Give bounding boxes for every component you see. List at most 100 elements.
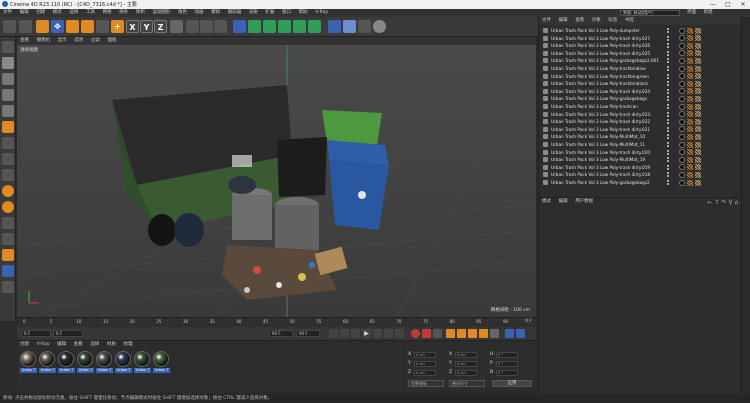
om-menu-tags[interactable]: 标签 (605, 17, 620, 25)
timeline-ruler[interactable]: 0 5 10 15 20 25 30 35 40 45 50 55 60 65 70 75 80 85 90 0 F (17, 317, 536, 327)
visibility-dots-icon[interactable] (667, 134, 673, 140)
texture-tag-icon[interactable] (695, 35, 701, 42)
make-editable-icon[interactable] (2, 41, 14, 53)
object-row[interactable]: Urban Trash Pack Vol 3 Low Poly-trash di… (541, 171, 749, 179)
menu-volume[interactable]: 体积 (133, 9, 148, 17)
visibility-dots-icon[interactable] (667, 126, 673, 132)
material-tag-icon[interactable] (687, 103, 693, 110)
material-swatch[interactable]: Urban T (39, 351, 56, 377)
material-tag-icon[interactable] (687, 88, 693, 95)
texture-tag-icon[interactable] (695, 80, 701, 87)
object-row[interactable]: Urban Trash Pack Vol 3 Low Poly-trash di… (541, 118, 749, 126)
object-row[interactable]: Urban Trash Pack Vol 3 Low Poly-trashcan (541, 103, 749, 111)
cube-object-icon[interactable] (233, 20, 246, 33)
phong-tag-icon[interactable] (679, 95, 685, 102)
coordinate-field[interactable]: 0 cm (455, 352, 477, 358)
object-row[interactable]: Urban Trash Pack Vol 3 Low Poly-garbageb… (541, 95, 749, 103)
undo-icon[interactable] (3, 20, 16, 33)
material-swatch[interactable]: Urban T (134, 351, 151, 377)
material-tag-icon[interactable] (687, 65, 693, 72)
phong-tag-icon[interactable] (679, 65, 685, 72)
live-selection-icon[interactable] (36, 20, 49, 33)
material-swatch[interactable]: Urban T (58, 351, 75, 377)
move-tool-icon[interactable]: ✥ (51, 20, 64, 33)
rotate-tool-icon[interactable] (81, 20, 94, 33)
menu-mesh[interactable]: 网格 (100, 9, 115, 17)
menu-character[interactable]: 角色 (175, 9, 190, 17)
om-menu-view[interactable]: 查看 (572, 17, 587, 25)
key-pla-icon[interactable] (490, 329, 499, 338)
phong-tag-icon[interactable] (679, 57, 685, 64)
phong-tag-icon[interactable] (679, 141, 685, 148)
visibility-dots-icon[interactable] (667, 111, 673, 117)
phong-tag-icon[interactable] (679, 27, 685, 34)
z-axis-button[interactable]: Z (154, 20, 167, 33)
phong-tag-icon[interactable] (679, 35, 685, 42)
environment-icon[interactable] (328, 20, 341, 33)
coordinate-field[interactable]: 0 cm (414, 352, 436, 358)
material-tag-icon[interactable] (687, 164, 693, 171)
coordinate-system-icon[interactable]: + (111, 20, 124, 33)
viewport-menu-view[interactable]: 查看 (17, 37, 32, 45)
menu-mode[interactable]: 模式 (50, 9, 65, 17)
texture-tag-icon[interactable] (695, 95, 701, 102)
material-swatch[interactable]: Urban T (20, 351, 37, 377)
material-tag-icon[interactable] (687, 50, 693, 57)
next-frame-icon[interactable] (373, 329, 382, 338)
visibility-dots-icon[interactable] (667, 172, 673, 178)
menu-animate[interactable]: 动画 (192, 9, 207, 17)
render-settings-icon[interactable] (214, 20, 227, 33)
om-menu-file[interactable]: 文件 (539, 17, 554, 25)
enable-axis-icon[interactable] (2, 137, 14, 149)
viewport-menu-panel[interactable]: 面板 (104, 37, 119, 45)
material-tag-icon[interactable] (687, 95, 693, 102)
start-frame-field[interactable]: 0 F (21, 330, 51, 337)
visibility-dots-icon[interactable] (667, 88, 673, 94)
menu-window[interactable]: 窗口 (279, 9, 294, 17)
material-swatch[interactable]: Urban T (115, 351, 132, 377)
menu-tools[interactable]: 工具 (83, 9, 98, 17)
texture-tag-icon[interactable] (695, 164, 701, 171)
object-row[interactable]: Urban Trash Pack Vol 3 Low Poly-MultiMat… (541, 133, 749, 141)
texture-tag-icon[interactable] (695, 103, 701, 110)
coordinate-field[interactable]: 0 cm (455, 370, 477, 376)
visibility-dots-icon[interactable] (667, 73, 673, 79)
end-frame-field[interactable]: 90 F (296, 330, 320, 337)
snap-icon[interactable] (2, 185, 14, 197)
light-bulb-icon[interactable] (373, 20, 386, 33)
mat-menu-texture[interactable]: 纹理 (120, 341, 135, 349)
timeline-window-icon[interactable] (516, 329, 525, 338)
object-row[interactable]: Urban Trash Pack Vol 3 Low Poly-trashbin… (541, 65, 749, 73)
object-row[interactable]: Urban Trash Pack Vol 3 Low Poly-dumpster (541, 27, 749, 35)
pen-spline-icon[interactable] (248, 20, 261, 33)
model-mode-icon[interactable] (2, 57, 14, 69)
material-swatch[interactable]: Urban T (96, 351, 113, 377)
attr-menu-mode[interactable]: 模式 (539, 198, 554, 206)
object-row[interactable]: Urban Trash Pack Vol 3 Low Poly-trashbin… (541, 73, 749, 81)
phong-tag-icon[interactable] (679, 80, 685, 87)
key-scale-icon[interactable] (457, 329, 466, 338)
layout-select[interactable]: 界面: 启动(用户) (620, 10, 680, 16)
visibility-dots-icon[interactable] (667, 50, 673, 56)
texture-tag-icon[interactable] (695, 133, 701, 140)
size-mode-select[interactable]: 绝对尺寸 (449, 380, 485, 387)
camera-icon[interactable] (343, 20, 356, 33)
visibility-dots-icon[interactable] (667, 142, 673, 147)
scale-tool-icon[interactable] (66, 20, 79, 33)
locked-workplane-icon[interactable] (2, 217, 14, 229)
texture-tag-icon[interactable] (695, 50, 701, 57)
render-picture-viewer-icon[interactable] (200, 20, 213, 33)
object-row[interactable]: Urban Trash Pack Vol 3 Low Poly-trash di… (541, 35, 749, 43)
visibility-dots-icon[interactable] (667, 180, 673, 185)
menu-render[interactable]: 渲染 (246, 9, 261, 17)
phong-tag-icon[interactable] (679, 88, 685, 95)
texture-tag-icon[interactable] (695, 156, 701, 163)
visibility-dots-icon[interactable] (667, 58, 673, 64)
render-view-icon[interactable] (186, 20, 199, 33)
coordinate-field[interactable]: 0 ° (496, 361, 518, 367)
visibility-dots-icon[interactable] (667, 96, 673, 102)
phong-tag-icon[interactable] (679, 156, 685, 163)
y-axis-button[interactable]: Y (140, 20, 153, 33)
menu-extensions[interactable]: 扩展 (262, 9, 277, 17)
world-coordinates-icon[interactable] (170, 20, 183, 33)
